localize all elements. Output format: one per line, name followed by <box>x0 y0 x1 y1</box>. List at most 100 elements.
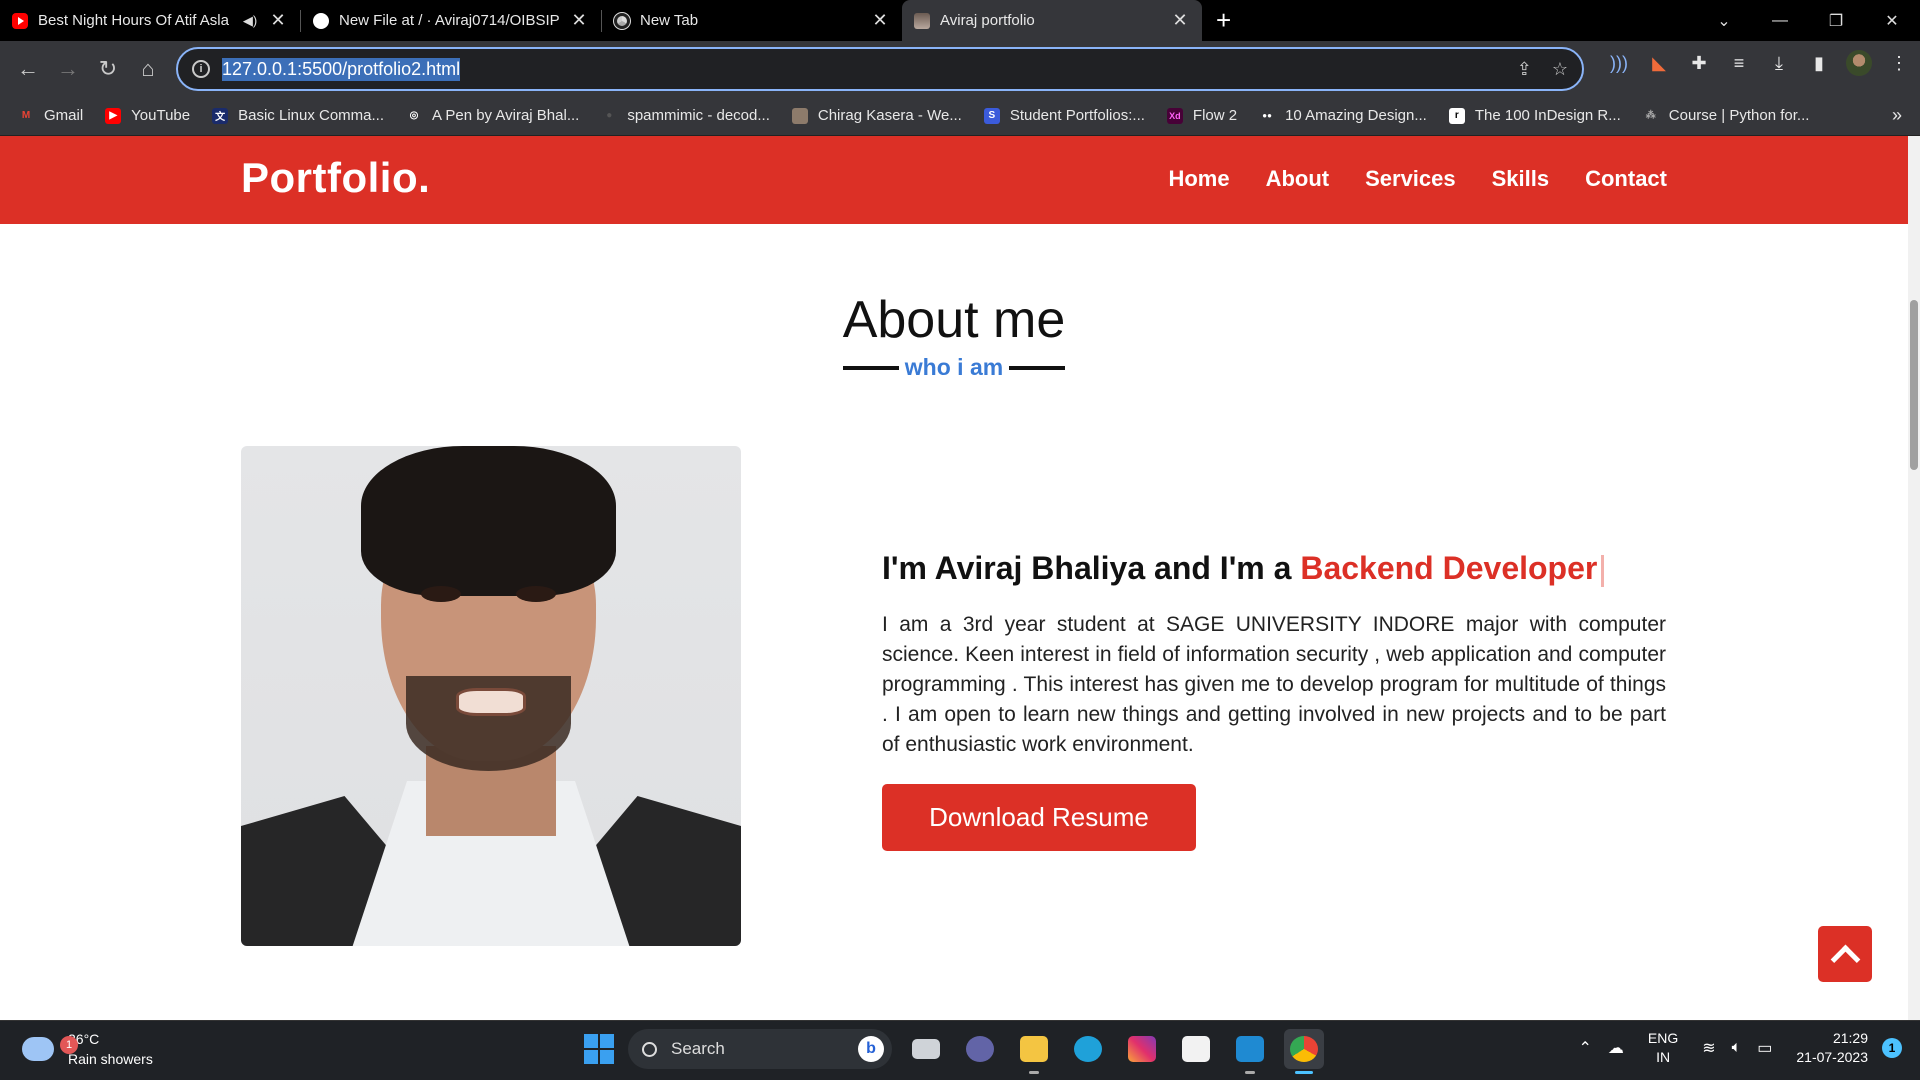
side-panel-icon[interactable]: ▮ <box>1806 50 1832 76</box>
profile-photo <box>241 446 741 946</box>
tab-github[interactable]: New File at / · Aviraj0714/OIBSIP ✕ <box>301 0 601 41</box>
close-tab-icon[interactable]: ✕ <box>268 10 288 31</box>
url-text[interactable]: 127.0.0.1:5500/protfolio2.html <box>222 57 461 81</box>
tab-title: New File at / · Aviraj0714/OIBSIP <box>339 12 560 29</box>
bookmark-star-icon[interactable]: ☆ <box>1552 59 1568 80</box>
weather-widget[interactable]: 1 26°C Rain showers <box>22 1029 153 1069</box>
bookmark-python-course[interactable]: ⁂ Course | Python for... <box>1643 107 1810 124</box>
bookmark-medium[interactable]: ●● 10 Amazing Design... <box>1259 107 1427 124</box>
chrome-taskbar-icon[interactable] <box>1284 1029 1324 1074</box>
weather-badge: 1 <box>60 1036 78 1054</box>
vscode-icon[interactable] <box>1230 1029 1270 1074</box>
battery-icon[interactable]: ▭ <box>1757 1038 1772 1058</box>
taskbar-apps: Search b <box>584 1029 1324 1074</box>
bookmark-gmail[interactable]: M Gmail <box>18 107 83 124</box>
download-resume-button[interactable]: Download Resume <box>882 784 1196 851</box>
site-photo-icon <box>914 12 930 29</box>
more-bookmarks-chevron-icon[interactable]: » <box>1892 105 1902 126</box>
taskbar-search[interactable]: Search b <box>628 1029 892 1069</box>
rain-cloud-icon <box>22 1037 54 1061</box>
intro-prefix: I'm Aviraj Bhaliya and I'm a <box>882 550 1301 586</box>
tab-title: Aviraj portfolio <box>940 12 1035 29</box>
volume-icon[interactable]: 🔈︎ <box>1732 1039 1742 1057</box>
bookmark-label: YouTube <box>131 107 191 124</box>
profile-avatar[interactable] <box>1846 50 1872 76</box>
minimize-icon[interactable]: — <box>1752 0 1808 41</box>
youtube-icon <box>12 12 28 29</box>
typing-cursor <box>1601 554 1605 587</box>
menu-kebab-icon[interactable]: ⋮ <box>1886 50 1912 76</box>
microsoft-store-icon[interactable] <box>1176 1029 1216 1069</box>
photo-eye <box>421 586 461 602</box>
medium-icon: ●● <box>1262 111 1272 120</box>
bing-icon[interactable]: b <box>858 1036 884 1062</box>
bookmark-flow2[interactable]: Xd Flow 2 <box>1166 107 1237 124</box>
clock-date: 21-07-2023 <box>1796 1049 1868 1065</box>
teams-chat-icon[interactable] <box>960 1029 1000 1069</box>
share-icon[interactable]: ⇪ <box>1517 59 1532 80</box>
nav-about[interactable]: About <box>1266 166 1330 192</box>
new-tab-plus-icon[interactable]: + <box>1216 5 1231 36</box>
download-icon[interactable]: ⤓ <box>1766 50 1792 76</box>
section-subtitle: who i am <box>0 354 1908 381</box>
tab-portfolio[interactable]: Aviraj portfolio ✕ <box>902 0 1202 41</box>
close-window-icon[interactable]: ✕ <box>1864 0 1920 41</box>
home-icon[interactable]: ⌂ <box>130 51 166 87</box>
bookmark-indesign[interactable]: r The 100 InDesign R... <box>1448 107 1621 124</box>
page-scrollbar[interactable] <box>1908 136 1920 1020</box>
forward-arrow-icon[interactable]: → <box>50 51 86 87</box>
nav-services[interactable]: Services <box>1365 166 1456 192</box>
scrollbar-thumb[interactable] <box>1910 300 1918 470</box>
bookmark-chirag[interactable]: Chirag Kasera - We... <box>791 107 962 124</box>
nav-contact[interactable]: Contact <box>1585 166 1667 192</box>
windows-start-icon[interactable] <box>584 1034 614 1064</box>
restore-icon[interactable]: ❐ <box>1808 0 1864 41</box>
nav-skills[interactable]: Skills <box>1492 166 1549 192</box>
clock-time: 21:29 <box>1832 1030 1868 1046</box>
browser-tab-strip: Best Night Hours Of Atif Asla ◀) ✕ New F… <box>0 0 1920 41</box>
clock[interactable]: 21:29 21-07-2023 <box>1796 1029 1868 1067</box>
gmail-icon: M <box>21 110 31 121</box>
chrome-icon <box>613 11 631 30</box>
close-tab-icon[interactable]: ✕ <box>1170 10 1190 31</box>
close-tab-icon[interactable]: ✕ <box>569 10 589 31</box>
bookmark-linux[interactable]: 文 Basic Linux Comma... <box>212 107 384 124</box>
nav-home[interactable]: Home <box>1168 166 1229 192</box>
tab-youtube[interactable]: Best Night Hours Of Atif Asla ◀) ✕ <box>0 0 300 41</box>
notification-badge[interactable]: 1 <box>1882 1038 1902 1058</box>
task-view-icon[interactable] <box>906 1029 946 1069</box>
extension-brand-icon[interactable]: ◣ <box>1646 50 1672 76</box>
s-logo-icon: S <box>983 107 1000 124</box>
back-arrow-icon[interactable]: ← <box>10 51 46 87</box>
media-queue-icon[interactable]: ≡ <box>1726 50 1752 76</box>
tab-new-tab[interactable]: New Tab ✕ <box>602 0 902 41</box>
address-bar[interactable]: i 127.0.0.1:5500/protfolio2.html ⇪ ☆ <box>176 47 1584 91</box>
tab-title: New Tab <box>640 12 699 29</box>
reload-icon[interactable]: ↻ <box>90 51 126 87</box>
site-logo[interactable]: Portfolio. <box>241 154 430 202</box>
course-icon: ⁂ <box>1645 110 1656 121</box>
extensions-puzzle-icon[interactable]: ✚ <box>1686 50 1712 76</box>
photo-eye <box>516 586 556 602</box>
bookmark-codepen[interactable]: ◎ A Pen by Aviraj Bhal... <box>406 107 580 124</box>
browser-toolbar: ← → ↻ ⌂ i 127.0.0.1:5500/protfolio2.html… <box>0 41 1920 96</box>
site-info-icon[interactable]: i <box>192 60 210 78</box>
chevron-up-icon[interactable]: ⌃ <box>1578 1038 1591 1058</box>
onedrive-cloud-icon[interactable]: ☁ <box>1608 1038 1624 1058</box>
bookmark-student-portfolios[interactable]: S Student Portfolios:... <box>983 107 1145 124</box>
scroll-to-top-button[interactable] <box>1818 926 1872 982</box>
bookmark-label: 10 Amazing Design... <box>1285 107 1427 124</box>
tab-search-chevron-icon[interactable]: ⌄ <box>1696 0 1752 41</box>
edge-icon[interactable] <box>1068 1029 1108 1069</box>
bookmark-spammimic[interactable]: ● spammimic - decod... <box>601 107 770 124</box>
language-indicator[interactable]: ENG IN <box>1648 1029 1678 1067</box>
photo-hair <box>361 446 616 596</box>
instagram-icon[interactable] <box>1122 1029 1162 1069</box>
running-indicator <box>1029 1071 1039 1074</box>
wifi-icon[interactable]: ≋ <box>1702 1038 1715 1058</box>
bookmark-youtube[interactable]: ▶ YouTube <box>105 107 190 124</box>
read-aloud-icon[interactable]: ))) <box>1606 50 1632 76</box>
file-explorer-icon[interactable] <box>1014 1029 1054 1074</box>
speaker-icon[interactable]: ◀) <box>240 13 260 29</box>
close-tab-icon[interactable]: ✕ <box>870 10 890 31</box>
